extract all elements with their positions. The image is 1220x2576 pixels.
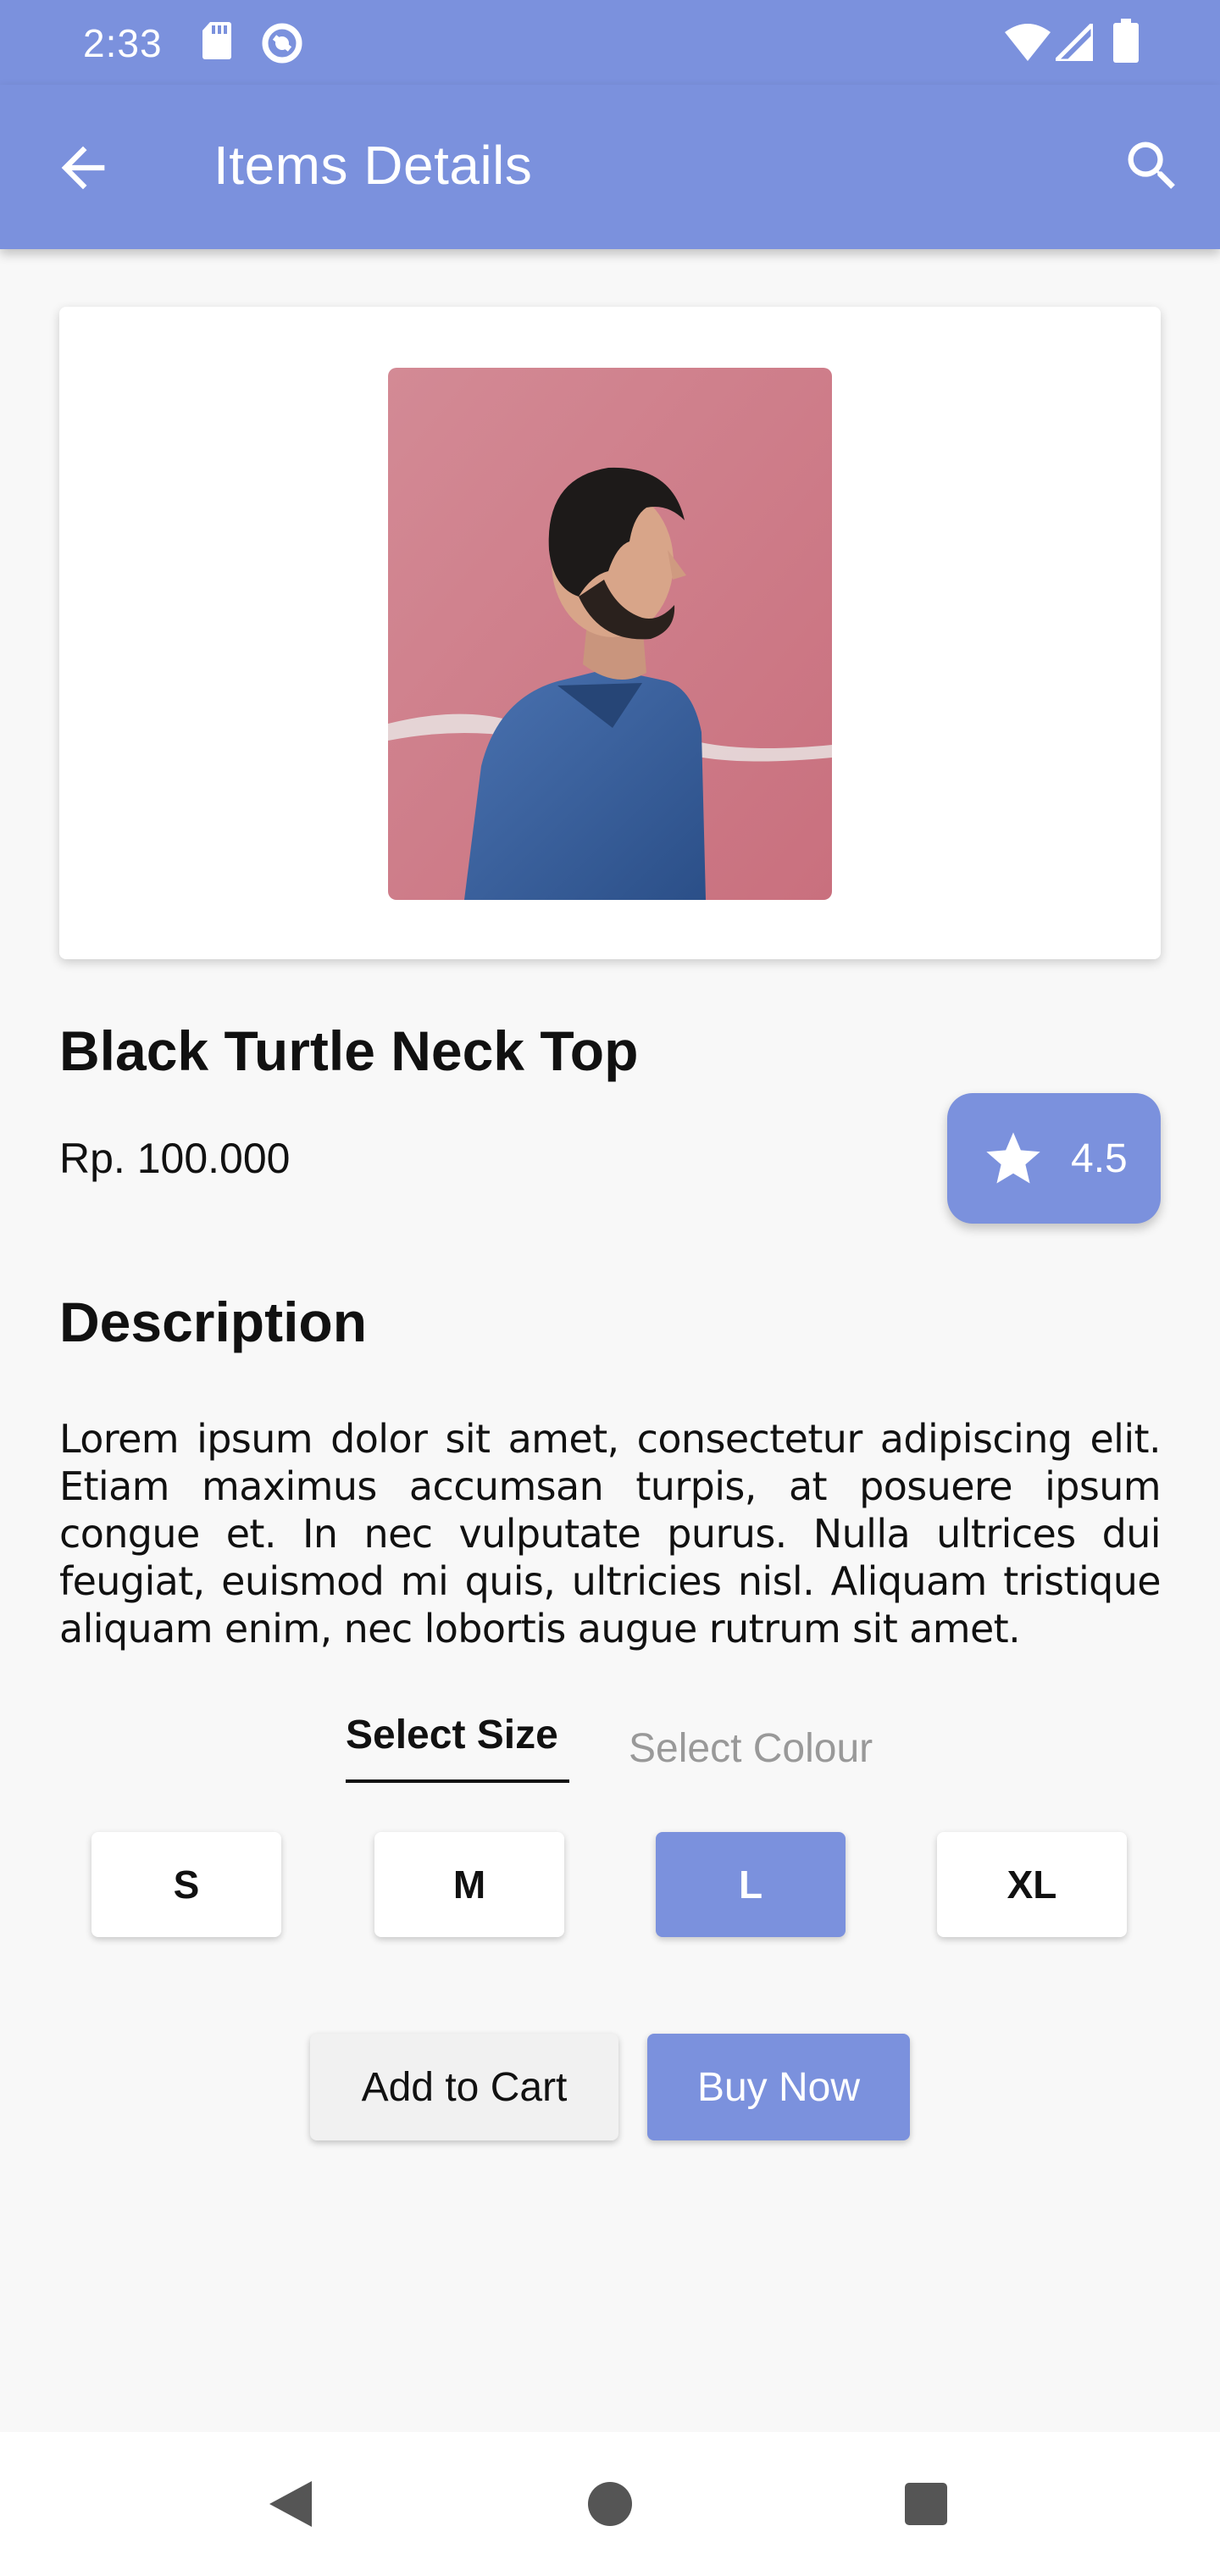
back-button[interactable]: [51, 136, 115, 200]
status-time: 2:33: [83, 21, 163, 65]
signal-icon: [1050, 18, 1095, 65]
product-name: Black Turtle Neck Top: [59, 1019, 639, 1082]
nav-back-icon[interactable]: [263, 2474, 322, 2534]
nav-recents-icon[interactable]: [896, 2474, 956, 2534]
status-bar: 2:33: [0, 0, 1220, 85]
wifi-icon: [1005, 24, 1051, 65]
nav-home-icon[interactable]: [580, 2474, 640, 2534]
buy-now-button[interactable]: Buy Now: [647, 2034, 910, 2140]
battery-icon: [1113, 19, 1139, 67]
star-icon: [986, 1132, 1040, 1184]
search-icon: [1128, 142, 1175, 189]
search-button[interactable]: [1120, 134, 1184, 198]
description-text: Lorem ipsum dolor sit amet, consectetur …: [59, 1416, 1162, 1652]
size-option-xl[interactable]: XL: [937, 1832, 1127, 1937]
add-to-cart-button[interactable]: Add to Cart: [310, 2034, 618, 2140]
rating-badge[interactable]: 4.5: [947, 1093, 1161, 1224]
tab-select-colour[interactable]: Select Colour: [629, 1725, 873, 1796]
arrow-back-icon: [61, 146, 105, 190]
description-heading: Description: [59, 1291, 368, 1353]
sync-icon: [259, 20, 305, 70]
product-price: Rp. 100.000: [59, 1135, 291, 1182]
product-image: [388, 368, 832, 900]
system-nav-bar: [0, 2432, 1220, 2576]
size-option-m[interactable]: M: [374, 1832, 564, 1937]
rating-value: 4.5: [1071, 1136, 1128, 1181]
size-option-s[interactable]: S: [92, 1832, 281, 1937]
app-bar: Items Details: [0, 85, 1220, 249]
tab-select-size[interactable]: Select Size: [346, 1712, 569, 1783]
page-title: Items Details: [214, 135, 533, 196]
sd-card-icon: [202, 20, 232, 65]
size-option-l[interactable]: L: [656, 1832, 846, 1937]
product-image-card: [59, 307, 1161, 959]
